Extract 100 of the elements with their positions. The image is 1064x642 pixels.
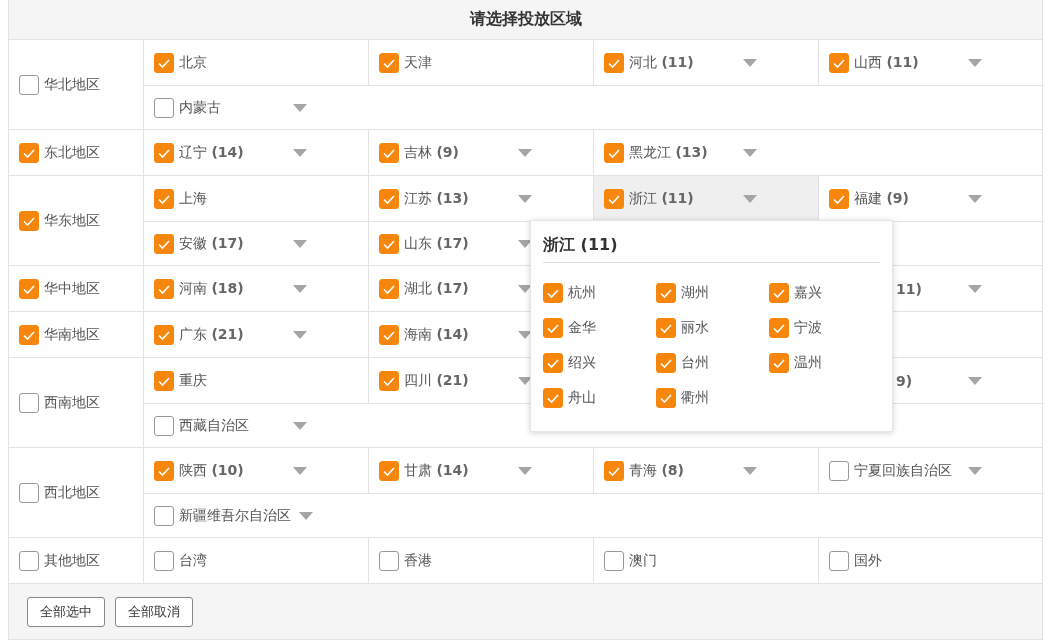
dropdown-arrow-icon[interactable] bbox=[743, 194, 757, 203]
city-label: 宁波 bbox=[794, 319, 822, 337]
province-label: 山东 (17) bbox=[404, 234, 470, 253]
popup-title: 浙江 (11) bbox=[543, 235, 880, 263]
checkbox[interactable] bbox=[829, 550, 849, 571]
checkbox[interactable] bbox=[154, 142, 174, 163]
province-label: 澳门 bbox=[629, 551, 658, 570]
dropdown-arrow-icon[interactable] bbox=[743, 466, 757, 475]
checkbox[interactable] bbox=[154, 233, 174, 254]
checkbox[interactable] bbox=[656, 283, 676, 303]
checkbox[interactable] bbox=[543, 353, 563, 373]
checkbox[interactable] bbox=[154, 52, 174, 73]
checkbox[interactable] bbox=[379, 142, 399, 163]
checkbox[interactable] bbox=[656, 388, 676, 408]
region-label: 西北地区 bbox=[44, 483, 100, 502]
action-button[interactable]: 全部取消 bbox=[115, 596, 193, 627]
checkbox[interactable] bbox=[19, 482, 39, 503]
action-button[interactable]: 全部选中 bbox=[27, 596, 105, 627]
dropdown-arrow-icon[interactable] bbox=[293, 466, 307, 475]
dropdown-arrow-icon[interactable] bbox=[293, 148, 307, 157]
checkbox[interactable] bbox=[154, 550, 174, 571]
province-label: 山西 (11) bbox=[854, 53, 920, 72]
province-label: 青海 (8) bbox=[629, 461, 685, 480]
checkbox[interactable] bbox=[379, 550, 399, 571]
checkbox[interactable] bbox=[604, 142, 624, 163]
checkbox[interactable] bbox=[543, 283, 563, 303]
city-label: 温州 bbox=[794, 354, 822, 372]
checkbox[interactable] bbox=[154, 324, 174, 345]
city-label: 台州 bbox=[681, 354, 709, 372]
province-label: 宁夏回族自治区 bbox=[854, 461, 953, 480]
city-label: 湖州 bbox=[681, 284, 709, 302]
checkbox[interactable] bbox=[604, 52, 624, 73]
dropdown-arrow-icon[interactable] bbox=[518, 376, 532, 385]
checkbox[interactable] bbox=[379, 460, 399, 481]
city-label: 丽水 bbox=[681, 319, 709, 337]
checkbox[interactable] bbox=[19, 74, 39, 95]
region-label: 西南地区 bbox=[44, 393, 100, 412]
checkbox[interactable] bbox=[154, 460, 174, 481]
city-label: 绍兴 bbox=[568, 354, 596, 372]
dropdown-arrow-icon[interactable] bbox=[518, 284, 532, 293]
checkbox[interactable] bbox=[154, 188, 174, 209]
checkbox[interactable] bbox=[379, 370, 399, 391]
province-label: 台湾 bbox=[179, 551, 208, 570]
dropdown-arrow-icon[interactable] bbox=[293, 103, 307, 112]
checkbox[interactable] bbox=[154, 97, 174, 118]
dropdown-arrow-icon[interactable] bbox=[968, 284, 982, 293]
checkbox[interactable] bbox=[543, 388, 563, 408]
checkbox[interactable] bbox=[604, 188, 624, 209]
checkbox[interactable] bbox=[769, 353, 789, 373]
dropdown-arrow-icon[interactable] bbox=[293, 421, 307, 430]
checkbox[interactable] bbox=[19, 550, 39, 571]
checkbox[interactable] bbox=[604, 460, 624, 481]
dropdown-arrow-icon[interactable] bbox=[293, 330, 307, 339]
region-label: 东北地区 bbox=[44, 143, 100, 162]
province-count: 11) bbox=[896, 280, 923, 297]
city-label: 舟山 bbox=[568, 389, 596, 407]
province-label: 河北 (11) bbox=[629, 53, 695, 72]
dropdown-arrow-icon[interactable] bbox=[743, 148, 757, 157]
dropdown-arrow-icon[interactable] bbox=[293, 239, 307, 248]
dropdown-arrow-icon[interactable] bbox=[968, 376, 982, 385]
checkbox[interactable] bbox=[829, 188, 849, 209]
dropdown-arrow-icon[interactable] bbox=[743, 58, 757, 67]
dropdown-arrow-icon[interactable] bbox=[518, 466, 532, 475]
checkbox[interactable] bbox=[543, 318, 563, 338]
dropdown-arrow-icon[interactable] bbox=[518, 330, 532, 339]
checkbox[interactable] bbox=[656, 318, 676, 338]
checkbox[interactable] bbox=[154, 278, 174, 299]
dropdown-arrow-icon[interactable] bbox=[518, 239, 532, 248]
checkbox[interactable] bbox=[154, 370, 174, 391]
checkbox[interactable] bbox=[829, 52, 849, 73]
province-label: 湖北 (17) bbox=[404, 279, 470, 298]
checkbox[interactable] bbox=[379, 52, 399, 73]
checkbox[interactable] bbox=[19, 324, 39, 345]
dropdown-arrow-icon[interactable] bbox=[968, 466, 982, 475]
checkbox[interactable] bbox=[656, 353, 676, 373]
dropdown-arrow-icon[interactable] bbox=[968, 194, 982, 203]
checkbox[interactable] bbox=[379, 233, 399, 254]
province-label: 四川 (21) bbox=[404, 371, 470, 390]
dropdown-arrow-icon[interactable] bbox=[293, 284, 307, 293]
province-label: 陕西 (10) bbox=[179, 461, 245, 480]
checkbox[interactable] bbox=[379, 188, 399, 209]
checkbox[interactable] bbox=[769, 283, 789, 303]
checkbox[interactable] bbox=[769, 318, 789, 338]
checkbox[interactable] bbox=[19, 392, 39, 413]
checkbox[interactable] bbox=[604, 550, 624, 571]
dropdown-arrow-icon[interactable] bbox=[968, 58, 982, 67]
dropdown-arrow-icon[interactable] bbox=[299, 511, 313, 520]
checkbox[interactable] bbox=[154, 505, 174, 526]
province-label: 上海 bbox=[179, 189, 208, 208]
checkbox[interactable] bbox=[154, 415, 174, 436]
dropdown-arrow-icon[interactable] bbox=[518, 194, 532, 203]
checkbox[interactable] bbox=[829, 460, 849, 481]
checkbox[interactable] bbox=[19, 210, 39, 231]
province-label: 福建 (9) bbox=[854, 189, 910, 208]
checkbox[interactable] bbox=[379, 278, 399, 299]
checkbox[interactable] bbox=[19, 278, 39, 299]
city-label: 金华 bbox=[568, 319, 596, 337]
checkbox[interactable] bbox=[379, 324, 399, 345]
dropdown-arrow-icon[interactable] bbox=[518, 148, 532, 157]
checkbox[interactable] bbox=[19, 142, 39, 163]
